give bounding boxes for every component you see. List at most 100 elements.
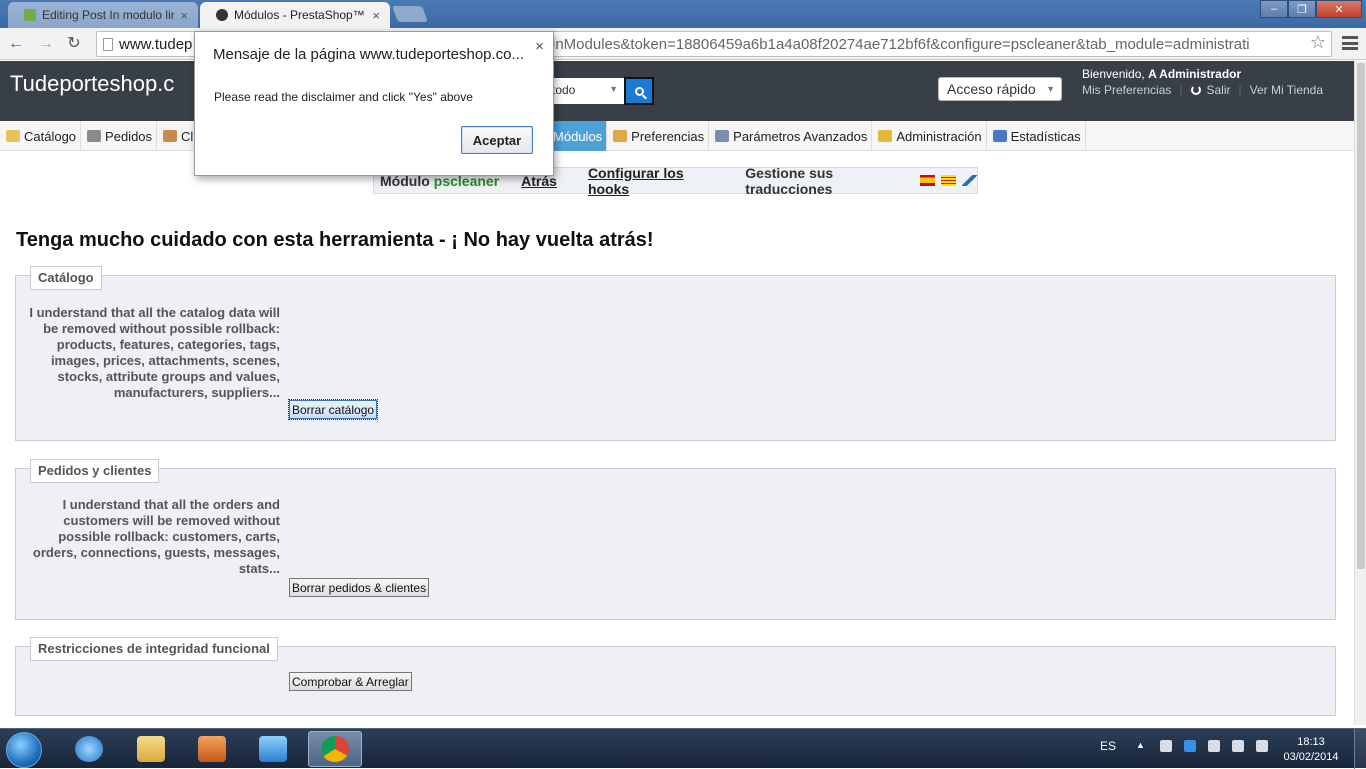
clock-time: 18:13 [1297,736,1325,748]
back-arrow-icon[interactable]: ← [6,34,26,54]
show-hidden-icons-icon[interactable]: ▲ [1136,740,1148,752]
translation-tool-icon[interactable] [962,175,977,186]
catalan-flag-icon[interactable] [941,175,957,186]
forward-arrow-icon[interactable]: → [36,34,56,54]
dialog-message: Please read the disclaimer and click "Ye… [214,90,473,104]
scrollbar-thumb[interactable] [1357,63,1365,569]
chrome-icon [321,736,349,762]
show-desktop-button[interactable] [1354,729,1366,769]
window-controls: – ❐ ✕ [1260,0,1362,18]
separator: | [1179,83,1183,97]
media-player-icon [259,736,287,762]
tab-close-icon[interactable]: × [372,8,380,23]
check-and-fix-button[interactable]: Comprobar & Arreglar [289,672,412,691]
configure-hooks-link[interactable]: Configurar los hooks [588,165,719,197]
reload-icon[interactable]: ↻ [64,34,84,54]
menu-label: Cl [181,128,194,144]
menu-item-estadisticas[interactable]: Estadísticas [987,121,1086,151]
taskbar-media-player[interactable] [246,731,300,767]
browser-tab-bar: Editing Post In modulo lin × Módulos - P… [0,0,1366,28]
logout-label: Salir [1206,83,1231,97]
wrench-icon [715,130,730,142]
taskbar-chrome[interactable] [308,731,362,767]
section-legend: Pedidos y clientes [30,459,160,483]
user-icon [163,130,178,142]
wordpress-favicon-icon [24,9,36,21]
new-tab-button[interactable] [392,6,428,22]
menu-label: Administración [896,128,982,144]
input-language[interactable]: ES [1100,739,1116,753]
spanish-flag-icon[interactable] [920,175,936,186]
section-legend: Catálogo [30,266,102,290]
taskbar-file-explorer[interactable] [124,731,178,767]
menu-label: Catálogo [24,128,77,144]
page-scrollbar[interactable] [1354,61,1366,725]
search-icon [634,86,644,96]
signal-icon[interactable] [1160,740,1173,752]
menu-item-pedidos[interactable]: Pedidos [81,121,158,151]
catalog-disclaimer: I understand that all the catalog data w… [29,305,280,400]
prestashop-favicon-icon [216,9,228,21]
welcome-text: Bienvenido, A Administrador [1082,67,1241,81]
power-status-icon[interactable] [1208,740,1221,752]
system-clock[interactable]: 18:13 03/02/2014 [1283,735,1339,765]
action-center-flag-icon[interactable] [1256,740,1269,752]
close-window-button[interactable]: ✕ [1316,0,1362,18]
maximize-button[interactable]: ❐ [1288,0,1316,18]
my-preferences-link[interactable]: Mis Preferencias [1082,83,1171,97]
chrome-menu-icon[interactable] [1342,36,1358,50]
windows-taskbar: ES ▲ 18:13 03/02/2014 [0,728,1366,769]
dialog-title: Mensaje de la página www.tudeporteshop.c… [213,46,525,63]
chevron-down-icon: ▼ [1046,84,1055,94]
accept-button[interactable]: Aceptar [461,126,533,154]
catalog-section: Catálogo I understand that all the catal… [15,266,1336,441]
network-icon[interactable] [1184,740,1197,752]
view-store-link[interactable]: Ver Mi Tienda [1250,83,1323,97]
close-icon[interactable]: × [535,38,544,55]
separator: | [1238,83,1242,97]
quick-access-select[interactable]: Acceso rápido ▼ [938,77,1062,101]
key-icon [878,130,893,142]
menu-label: Pedidos [105,128,153,144]
stats-icon [992,130,1007,142]
page-warning-title: Tenga mucho cuidado con esta herramienta… [16,229,654,251]
menu-item-preferencias[interactable]: Preferencias [607,121,710,151]
clock-date: 03/02/2014 [1283,751,1339,763]
tab-editing-post[interactable]: Editing Post In modulo lin × [8,2,198,28]
menu-item-administracion[interactable]: Administración [872,121,987,151]
search-button[interactable] [624,77,654,105]
menu-item-catalogo[interactable]: Catálogo [0,121,82,151]
quick-access-label: Acceso rápido [947,81,1036,97]
user-links: Mis Preferencias | Salir | Ver Mi Tienda [1082,83,1323,97]
menu-label: Módulos [553,128,603,144]
orders-customers-section: Pedidos y clientes I understand that all… [15,459,1336,620]
chevron-down-icon: ▼ [609,84,618,94]
delete-orders-customers-button[interactable]: Borrar pedidos & clientes [289,578,430,597]
welcome-prefix: Bienvenido, [1082,67,1145,81]
minimize-button[interactable]: – [1260,0,1288,18]
preferences-icon [613,130,628,142]
shop-name[interactable]: Tudeporteshop.c [10,71,174,97]
alert-dialog: Mensaje de la página www.tudeporteshop.c… [194,31,554,176]
section-legend: Restricciones de integridad funcional [30,637,278,661]
welcome-user: A Administrador [1148,67,1242,81]
bookmark-star-icon[interactable]: ☆ [1310,32,1326,53]
translations-label: Gestione sus traducciones [745,164,834,197]
tab-modulos-prestashop[interactable]: Módulos - PrestaShop™ × [200,2,390,28]
tab-close-icon[interactable]: × [180,8,188,23]
menu-item-parametros-avanzados[interactable]: Parámetros Avanzados [709,121,873,151]
integrity-section: Restricciones de integridad funcional Co… [15,637,1336,716]
volume-icon[interactable] [1232,740,1245,752]
menu-label: Preferencias [631,128,705,144]
delete-catalog-button[interactable]: Borrar catálogo [287,399,379,420]
search-type-value: todo [552,83,576,97]
logout-link[interactable]: Salir [1190,83,1231,97]
url-query: inModules&token=18806459a6b1a4a08f20274a… [552,35,1250,53]
power-icon [1190,85,1201,95]
folder-icon [137,736,165,762]
cart-icon [87,130,102,142]
taskbar-app[interactable] [185,731,239,767]
taskbar-internet-explorer[interactable] [62,731,116,767]
start-button[interactable] [6,732,42,768]
url-host: www.tudep [119,35,193,53]
